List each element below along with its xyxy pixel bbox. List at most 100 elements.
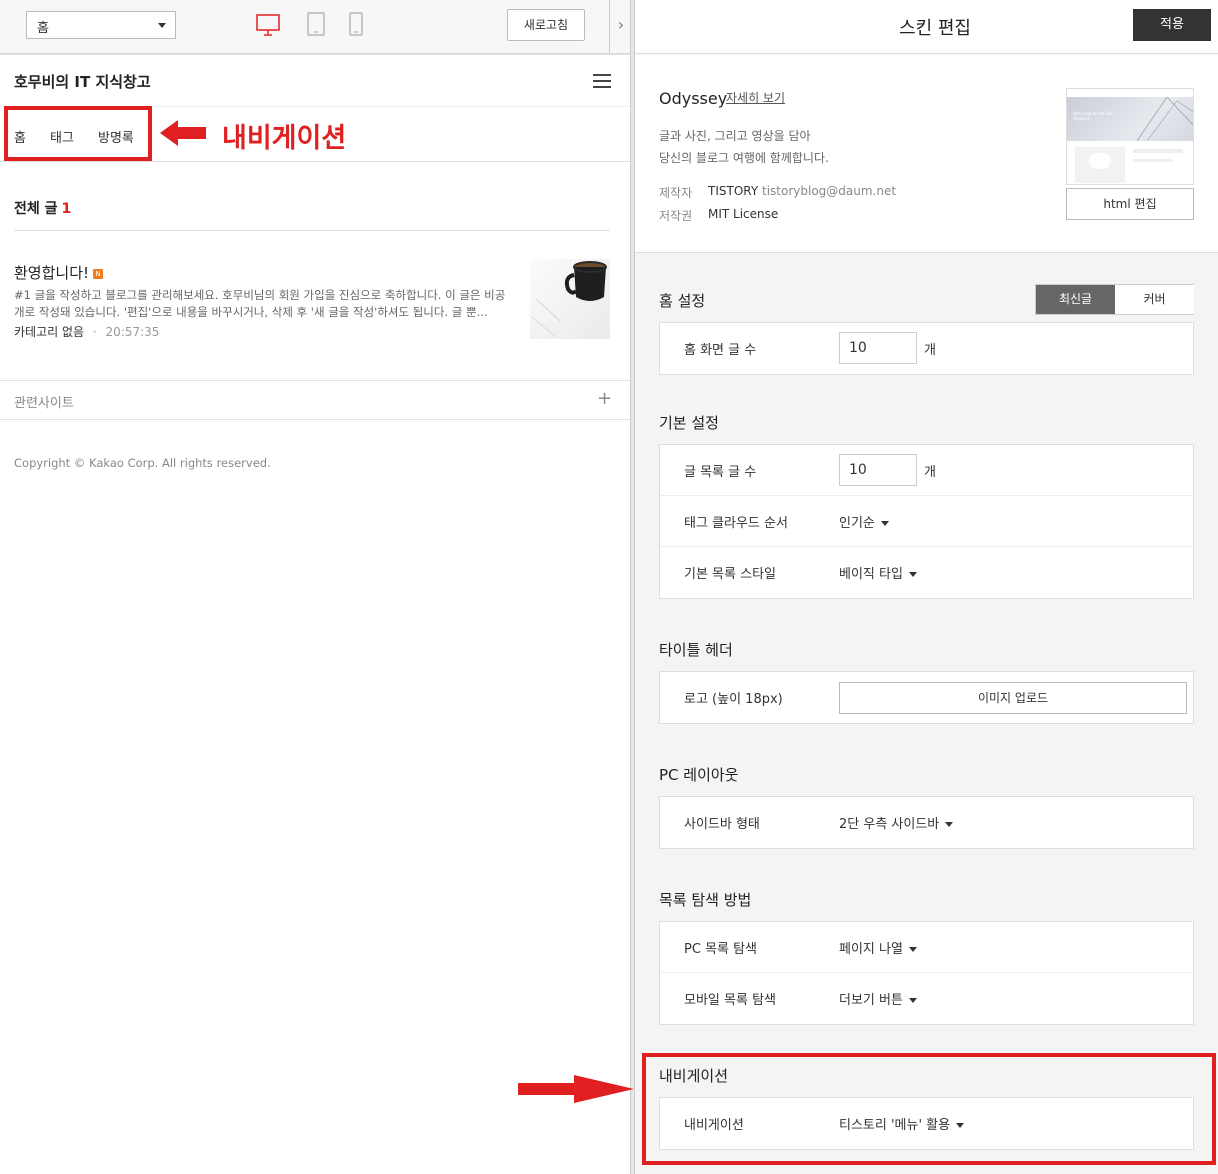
pc-list-nav-label: PC 목록 탐색 — [684, 942, 758, 957]
post-title[interactable]: 환영합니다! N — [14, 262, 104, 283]
home-post-count-input[interactable]: 10 — [839, 332, 917, 364]
caret-down-icon — [880, 521, 889, 526]
all-posts-heading[interactable]: 전체 글1 — [14, 198, 71, 218]
logo-row: 로고 (높이 18px) 이미지 업로드 — [660, 672, 1193, 723]
all-posts-label: 전체 글 — [14, 201, 58, 217]
skin-info: Odyssey 자세히 보기 글과 사진, 그리고 영상을 담아 당신의 블로그… — [635, 55, 1218, 253]
html-edit-button[interactable]: html 편집 — [1066, 188, 1194, 220]
mobile-icon[interactable] — [349, 12, 363, 36]
license-value: MIT License — [708, 207, 779, 221]
skin-editor-pane: 스킨 편집 적용 Odyssey 자세히 보기 글과 사진, 그리고 영상을 담… — [635, 0, 1218, 1174]
sidebar-dropdown[interactable]: 2단 우측 사이드바 — [839, 813, 954, 832]
basic-settings-title: 기본 설정 — [659, 414, 719, 432]
tag-order-label: 태그 클라우드 순서 — [684, 516, 788, 531]
highlight-box-nav — [4, 106, 152, 161]
chevron-right-icon[interactable]: › — [609, 0, 632, 53]
annotation-label: 내비게이션 — [222, 123, 347, 154]
skin-name: Odyssey — [659, 89, 728, 108]
meta-separator: · — [92, 325, 97, 339]
menu-icon[interactable] — [593, 74, 611, 88]
toggle-latest[interactable]: 최신글 — [1036, 285, 1115, 314]
pc-layout-title: PC 레이아웃 — [659, 766, 739, 784]
list-style-dropdown[interactable]: 베이직 타입 — [839, 563, 917, 582]
image-upload-button[interactable]: 이미지 업로드 — [839, 682, 1187, 714]
editor-title: 스킨 편집 — [899, 18, 971, 39]
home-mode-toggle[interactable]: 최신글 커버 — [1035, 284, 1194, 315]
skin-description: 글과 사진, 그리고 영상을 담아 당신의 블로그 여행에 함께합니다. — [659, 125, 829, 169]
unit-label: 개 — [924, 465, 936, 480]
home-settings-box: 홈 화면 글 수 10 개 — [659, 322, 1194, 375]
preview-text: Welcome to the 1st Odyssey — [1073, 111, 1112, 121]
page-select-value: 홈 — [37, 21, 49, 36]
chevron-down-icon — [158, 23, 166, 28]
page-select[interactable]: 홈 — [26, 11, 176, 39]
list-count-row: 글 목록 글 수 10 개 — [660, 445, 1193, 496]
title-header-box: 로고 (높이 18px) 이미지 업로드 — [659, 671, 1194, 724]
right-arrow-icon — [518, 1075, 634, 1103]
tag-order-dropdown[interactable]: 인기순 — [839, 512, 889, 531]
list-style-label: 기본 목록 스타일 — [684, 567, 776, 582]
toggle-cover[interactable]: 커버 — [1115, 285, 1194, 314]
post-time: 20:57:35 — [105, 325, 160, 339]
maker-email: tistoryblog@daum.net — [762, 184, 897, 198]
home-post-count-label: 홈 화면 글 수 — [684, 343, 757, 358]
mobile-list-nav-row: 모바일 목록 탐색 더보기 버튼 — [660, 973, 1193, 1024]
highlight-box-navigation — [642, 1053, 1216, 1165]
logo-label: 로고 (높이 18px) — [684, 692, 783, 707]
tablet-icon[interactable] — [307, 12, 325, 36]
basic-settings-box: 글 목록 글 수 10 개 태그 클라우드 순서 인기순 기본 목록 스타일 베… — [659, 444, 1194, 599]
list-nav-box: PC 목록 탐색 페이지 나열 모바일 목록 탐색 더보기 버튼 — [659, 921, 1194, 1025]
skin-desc-line: 글과 사진, 그리고 영상을 담아 — [659, 129, 811, 143]
pc-layout-box: 사이드바 형태 2단 우측 사이드바 — [659, 796, 1194, 849]
post-thumbnail[interactable] — [530, 259, 610, 339]
tag-order-row: 태그 클라우드 순서 인기순 — [660, 496, 1193, 547]
pc-icon[interactable] — [256, 13, 280, 37]
preview-pattern — [1137, 97, 1193, 141]
caret-down-icon — [945, 822, 954, 827]
list-count-input[interactable]: 10 — [839, 454, 917, 486]
copyright: Copyright © Kakao Corp. All rights reser… — [14, 456, 271, 470]
editor-header: 스킨 편집 적용 — [635, 0, 1218, 54]
skin-desc-line: 당신의 블로그 여행에 함께합니다. — [659, 151, 829, 165]
divider — [0, 380, 630, 381]
mobile-list-nav-value: 더보기 버튼 — [839, 993, 903, 1008]
divider — [0, 419, 630, 420]
pc-list-nav-row: PC 목록 탐색 페이지 나열 — [660, 922, 1193, 973]
sidebar-row: 사이드바 형태 2단 우측 사이드바 — [660, 797, 1193, 848]
maker-name: TISTORY — [708, 184, 759, 198]
list-style-row: 기본 목록 스타일 베이직 타입 — [660, 547, 1193, 598]
list-style-value: 베이직 타입 — [839, 567, 903, 582]
post-excerpt[interactable]: #1 글을 작성하고 블로그를 관리해보세요. 호무비님의 회원 가입을 진심으… — [14, 287, 514, 321]
sidebar-label: 사이드바 형태 — [684, 817, 760, 832]
sidebar-value: 2단 우측 사이드바 — [839, 817, 940, 832]
mobile-list-nav-dropdown[interactable]: 더보기 버튼 — [839, 989, 917, 1008]
related-sites-label[interactable]: 관련사이트 — [14, 392, 74, 411]
new-badge: N — [93, 268, 104, 279]
refresh-button[interactable]: 새로고침 — [507, 9, 585, 41]
home-post-count-row: 홈 화면 글 수 10 개 — [660, 323, 1193, 374]
pc-list-nav-dropdown[interactable]: 페이지 나열 — [839, 938, 917, 957]
skin-detail-link[interactable]: 자세히 보기 — [726, 89, 785, 106]
unit-label: 개 — [924, 343, 936, 358]
plus-icon[interactable]: + — [597, 388, 612, 409]
caret-down-icon — [908, 947, 917, 952]
post-category: 카테고리 없음 — [14, 325, 85, 339]
home-settings-title: 홈 설정 — [659, 292, 706, 310]
title-header-title: 타이틀 헤더 — [659, 641, 733, 659]
pc-list-nav-value: 페이지 나열 — [839, 942, 903, 957]
list-nav-title: 목록 탐색 방법 — [659, 891, 752, 909]
tag-order-value: 인기순 — [839, 516, 875, 531]
apply-button[interactable]: 적용 — [1133, 9, 1211, 41]
preview-toolbar: 홈 새로고침 › — [0, 0, 632, 55]
maker-label: 제작자 — [659, 186, 693, 200]
blog-preview-pane: 홈 새로고침 › 호무비의 IT 지식창고 홈 태그 방명록 내비게이션 전체 … — [0, 0, 632, 1174]
coffee-cup-image — [531, 261, 607, 338]
all-posts-count: 1 — [61, 201, 72, 217]
license-label: 저작권 — [659, 209, 693, 223]
maker-value: TISTORY tistoryblog@daum.net — [708, 184, 896, 198]
list-count-label: 글 목록 글 수 — [684, 465, 757, 480]
blog-title[interactable]: 호무비의 IT 지식창고 — [14, 71, 151, 92]
caret-down-icon — [908, 572, 917, 577]
caret-down-icon — [908, 998, 917, 1003]
left-arrow-icon — [160, 120, 206, 146]
